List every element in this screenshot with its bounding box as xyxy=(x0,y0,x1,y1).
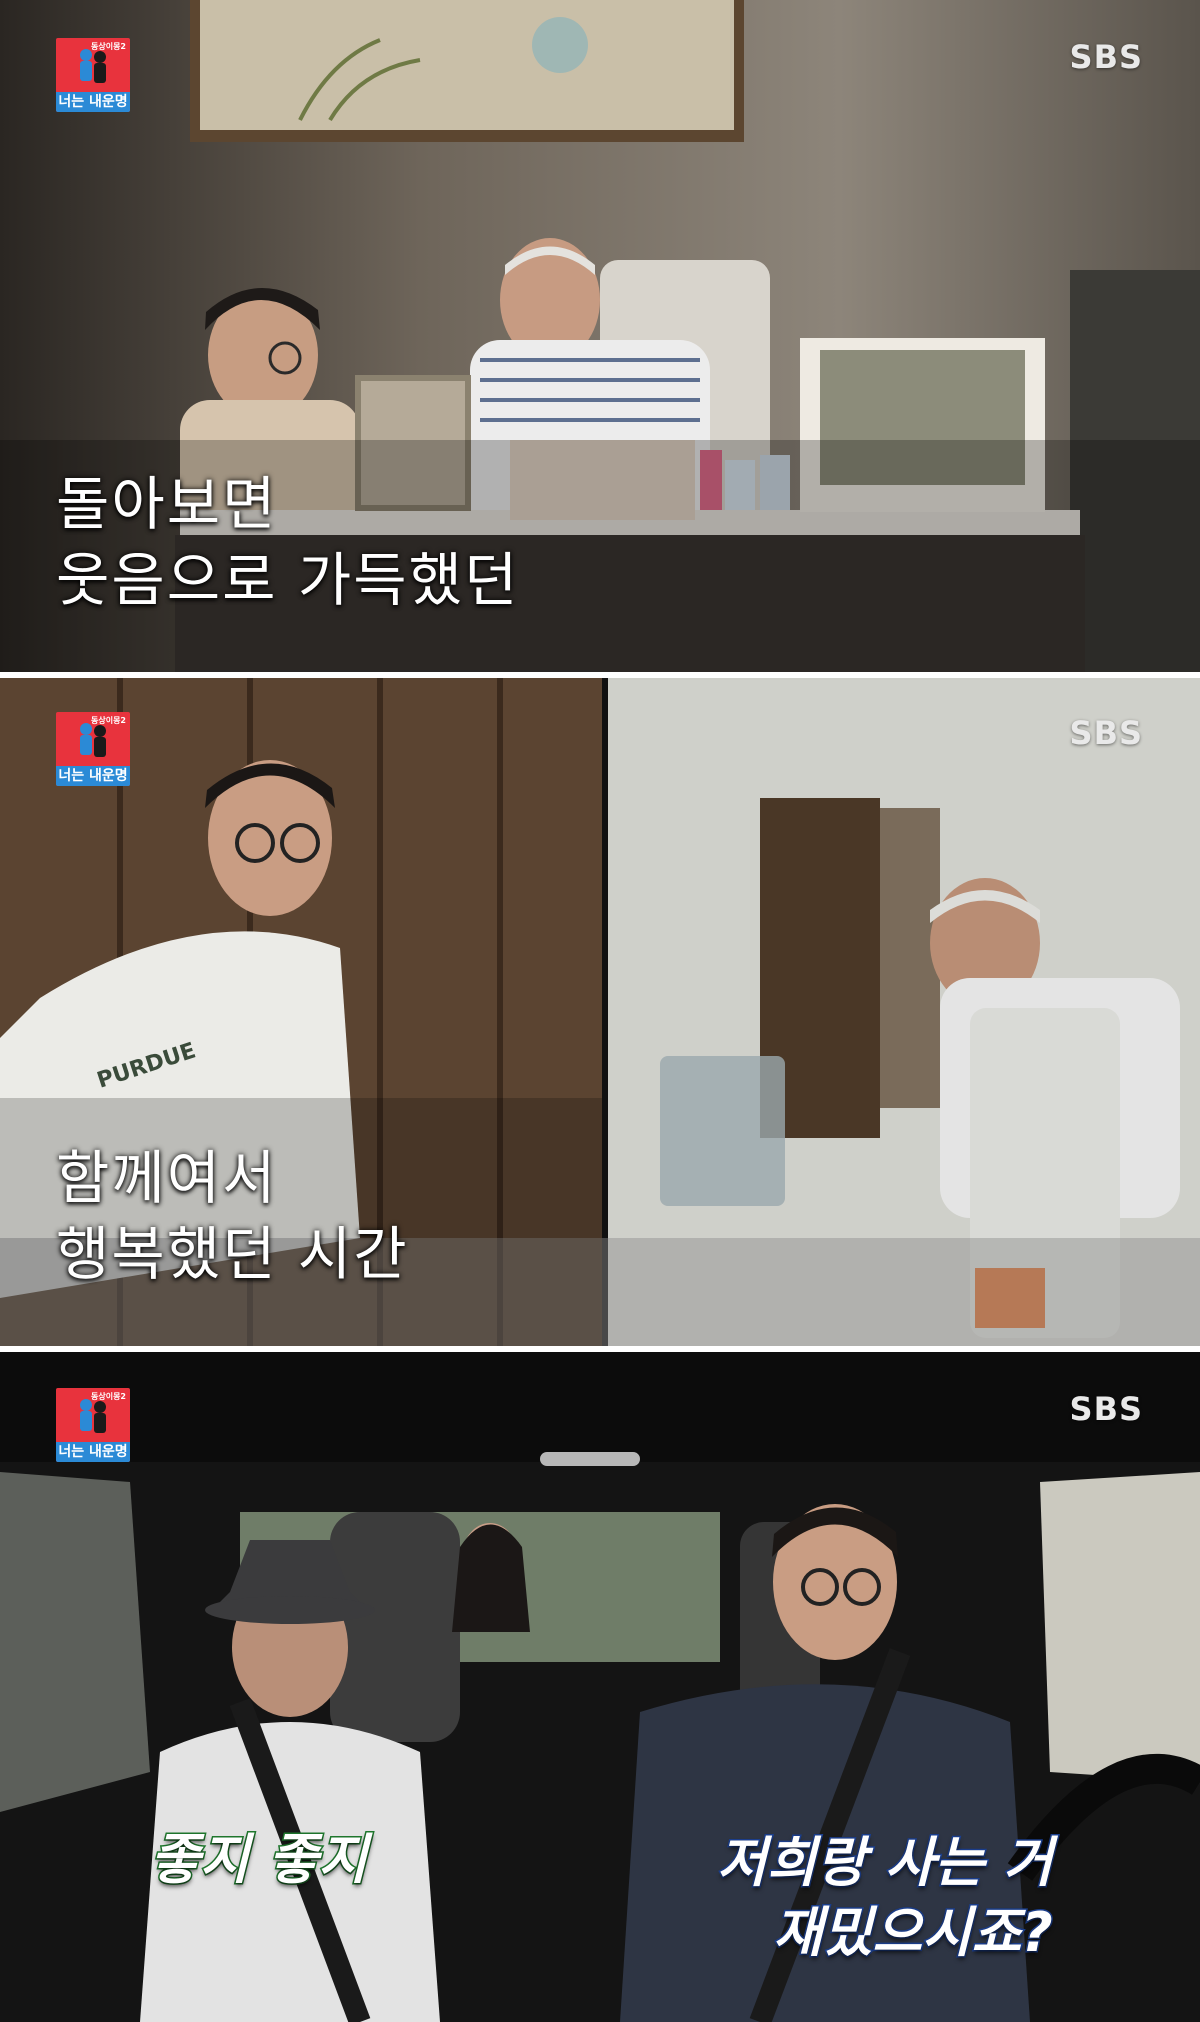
program-logo-title: 너는 내운명 xyxy=(56,1442,130,1462)
video-frame-1: 동상이몽2 너는 내운명 SBS 돌아보면 웃음으로 가득했던 xyxy=(0,0,1200,672)
subtitle-line-1: 돌아보면 xyxy=(56,470,278,538)
video-frame-2: PURDUE 동상이몽2 너는 내운명 SBS 함께여서 행복했던 시간 xyxy=(0,678,1200,1346)
subtitle-caption: 함께여서 행복했던 시간 xyxy=(56,1140,409,1292)
speech-subtitle-driver: 저희랑 사는 거 재밌으시죠? xyxy=(716,1828,1055,1968)
broadcaster-watermark: SBS xyxy=(1069,714,1143,752)
subtitle-caption: 돌아보면 웃음으로 가득했던 xyxy=(56,466,519,618)
program-logo: 동상이몽2 너는 내운명 xyxy=(56,1388,130,1462)
broadcaster-watermark: SBS xyxy=(1069,38,1143,76)
broadcaster-watermark: SBS xyxy=(1069,1390,1143,1428)
speech-subtitle-elder: 좋지 좋지 xyxy=(149,1827,370,1893)
subtitle-line-2: 행복했던 시간 xyxy=(56,1220,409,1288)
subtitle-line-2: 웃음으로 가득했던 xyxy=(56,546,520,614)
program-logo-title: 너는 내운명 xyxy=(56,92,130,112)
couple-figure-icon xyxy=(80,49,106,83)
speech-line-2: 재밌으시죠? xyxy=(771,1900,1054,1966)
speech-line-1: 저희랑 사는 거 xyxy=(716,1830,1055,1896)
program-logo: 동상이몽2 너는 내운명 xyxy=(56,38,130,112)
couple-figure-icon xyxy=(80,1399,106,1433)
subtitle-line-1: 함께여서 xyxy=(56,1144,278,1212)
couple-figure-icon xyxy=(80,723,106,757)
program-logo: 동상이몽2 너는 내운명 xyxy=(56,712,130,786)
program-logo-title: 너는 내운명 xyxy=(56,766,130,786)
